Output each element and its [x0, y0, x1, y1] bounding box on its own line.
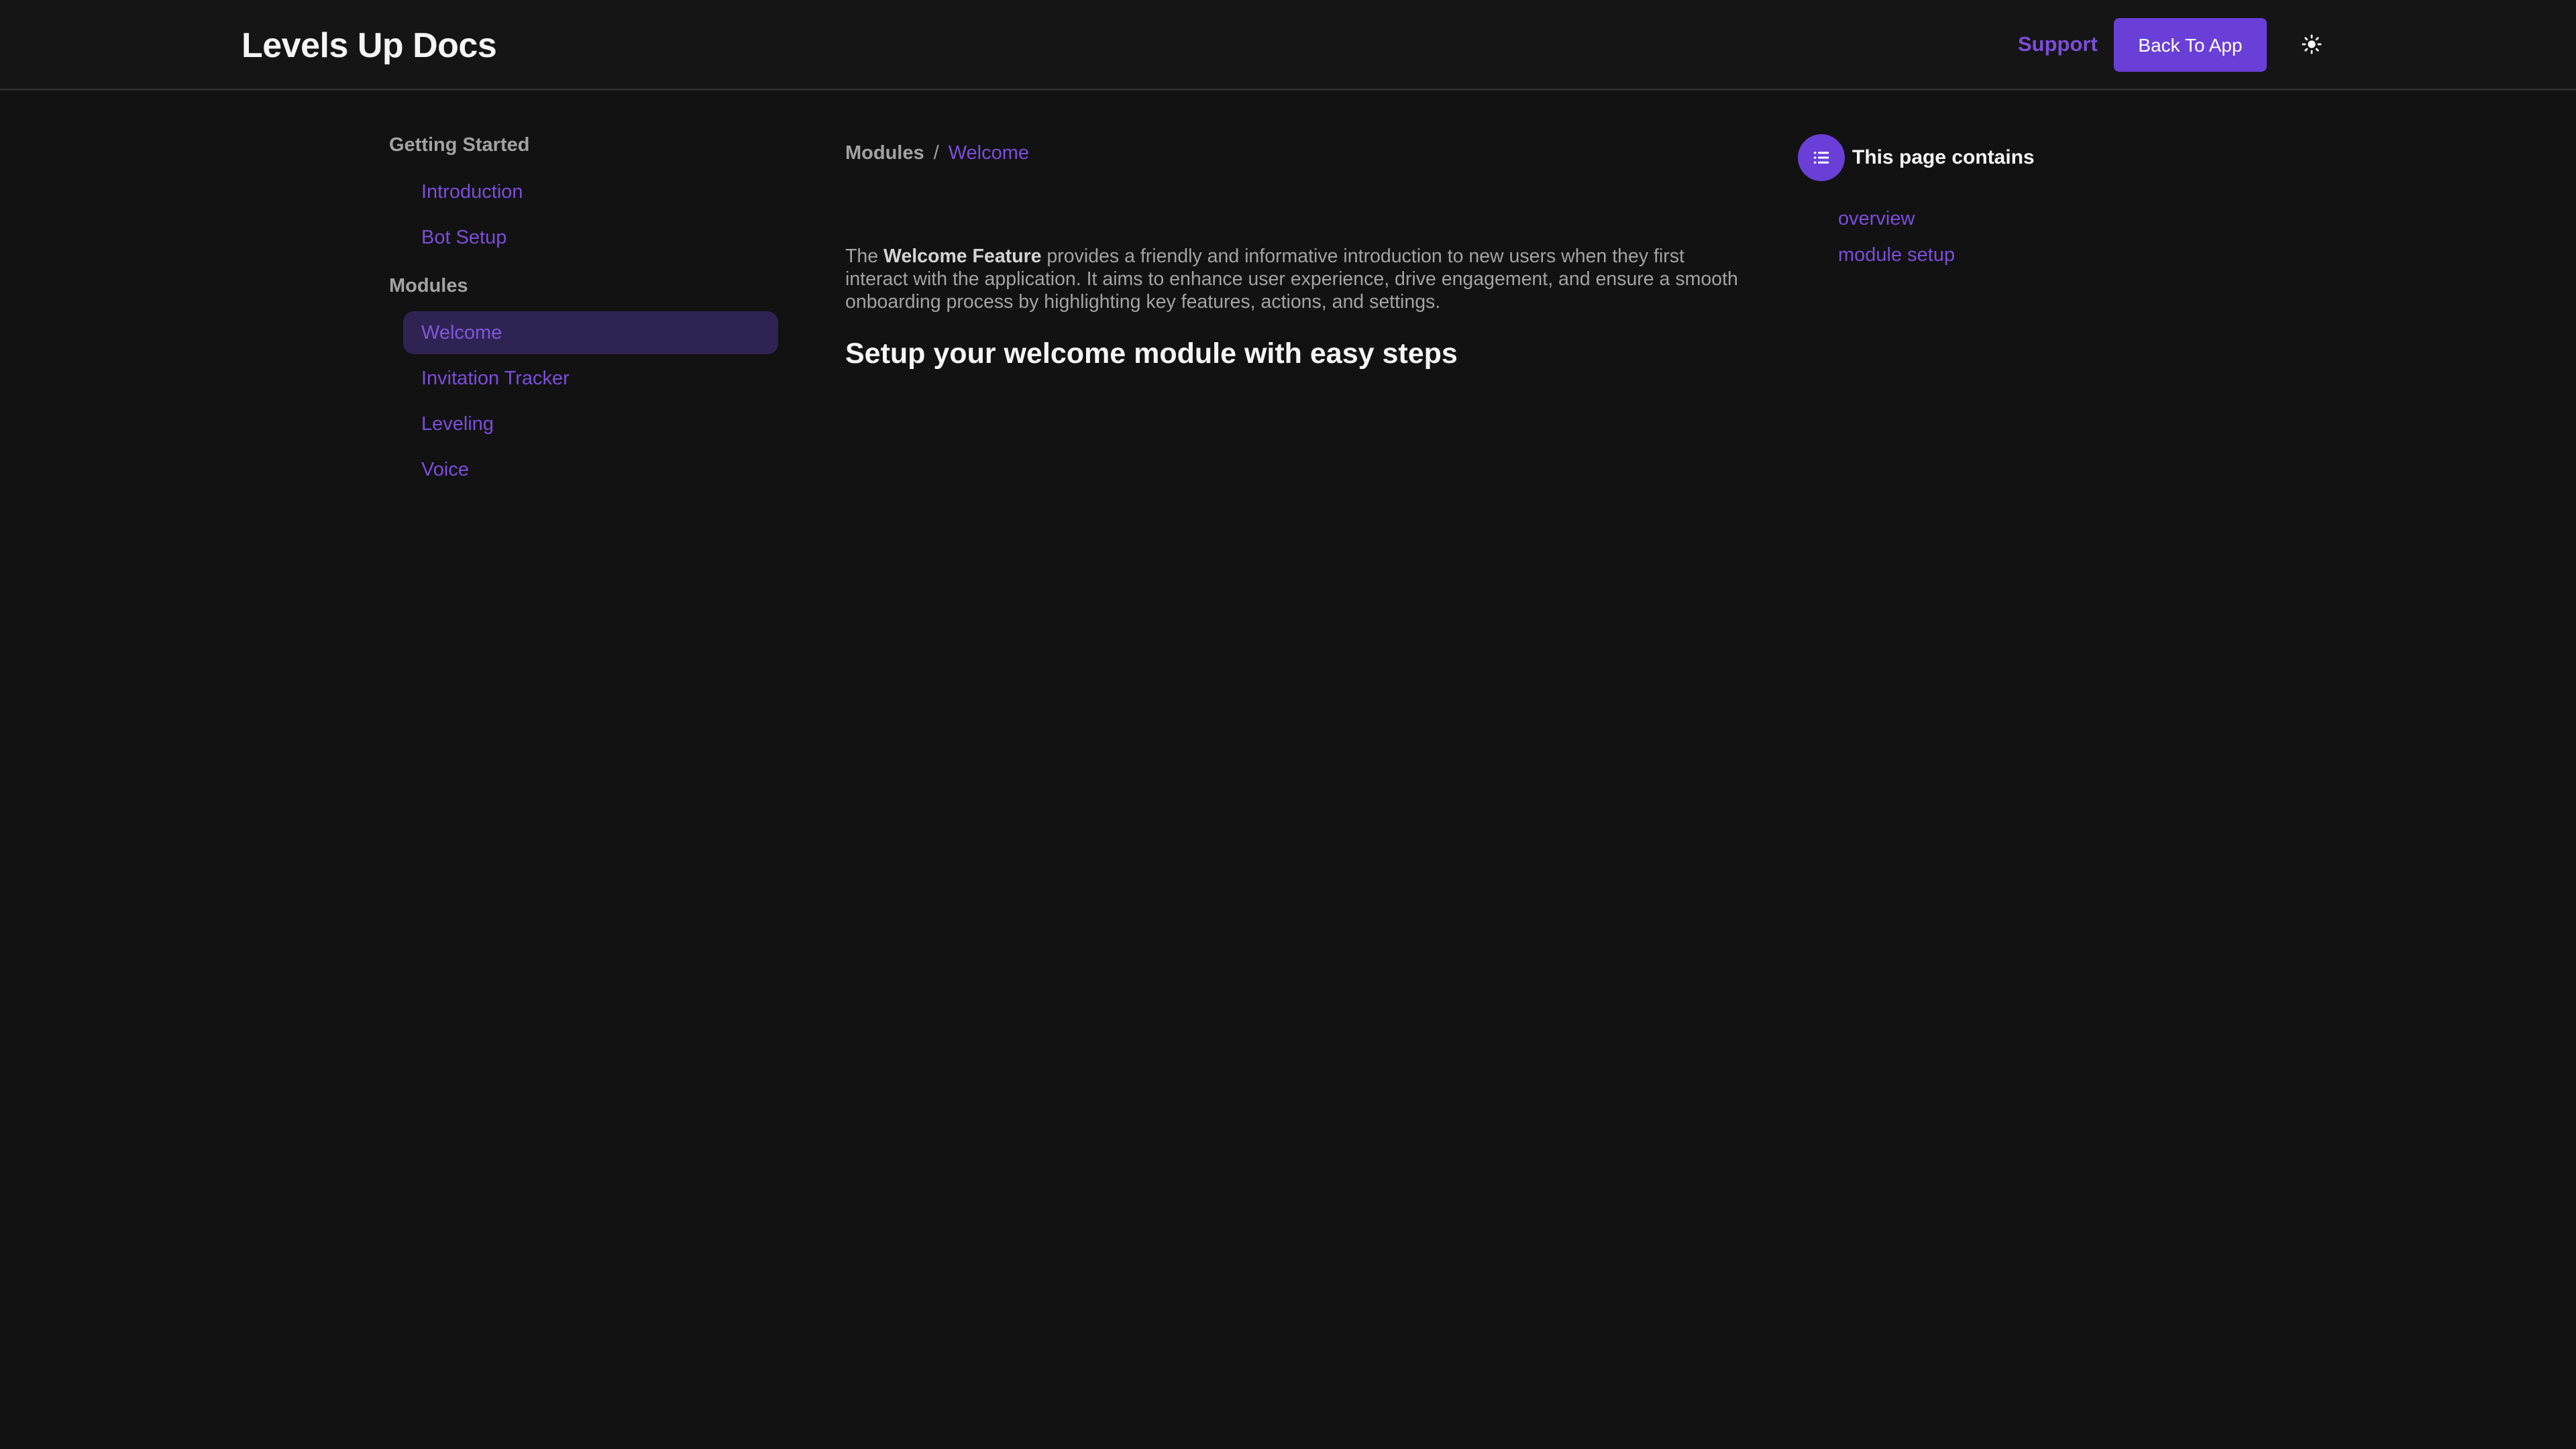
breadcrumb-modules[interactable]: Modules — [845, 142, 924, 164]
toc-title: This page contains — [1852, 146, 2035, 168]
sidebar-item-bot-setup[interactable]: Bot Setup — [403, 216, 778, 259]
toc-link-overview[interactable]: overview — [1838, 205, 1915, 232]
theme-toggle-button[interactable] — [2298, 30, 2325, 59]
breadcrumb-separator: / — [933, 142, 939, 164]
sidebar-item-leveling[interactable]: Leveling — [403, 402, 778, 445]
top-header: Levels Up Docs Support Back To App — [0, 0, 2576, 91]
sidebar-item-welcome[interactable]: Welcome — [403, 311, 778, 354]
support-link[interactable]: Support — [2018, 31, 2098, 58]
sidebar-item-invitation-tracker[interactable]: Invitation Tracker — [403, 357, 778, 400]
sidebar-item-introduction[interactable]: Introduction — [403, 170, 778, 213]
toc-link-module-setup[interactable]: module setup — [1838, 241, 1955, 268]
intro-feature-name: Welcome Feature — [883, 245, 1042, 267]
intro-paragraph: The Welcome Feature provides a friendly … — [845, 245, 1744, 313]
sidebar-group-modules: Modules — [389, 275, 468, 297]
sidebar-item-voice[interactable]: Voice — [403, 448, 778, 491]
list-icon — [1813, 152, 1829, 164]
sidebar-group-getting-started: Getting Started — [389, 134, 530, 156]
intro-prefix: The — [845, 245, 884, 267]
back-to-app-button[interactable]: Back To App — [2114, 18, 2267, 72]
sun-icon — [2302, 34, 2322, 54]
brand-title[interactable]: Levels Up Docs — [241, 24, 497, 67]
breadcrumb-current: Welcome — [948, 142, 1030, 164]
toc-badge — [1798, 134, 1845, 181]
breadcrumb: Modules / Welcome — [845, 140, 1029, 166]
section-heading: Setup your welcome module with easy step… — [845, 337, 1458, 370]
